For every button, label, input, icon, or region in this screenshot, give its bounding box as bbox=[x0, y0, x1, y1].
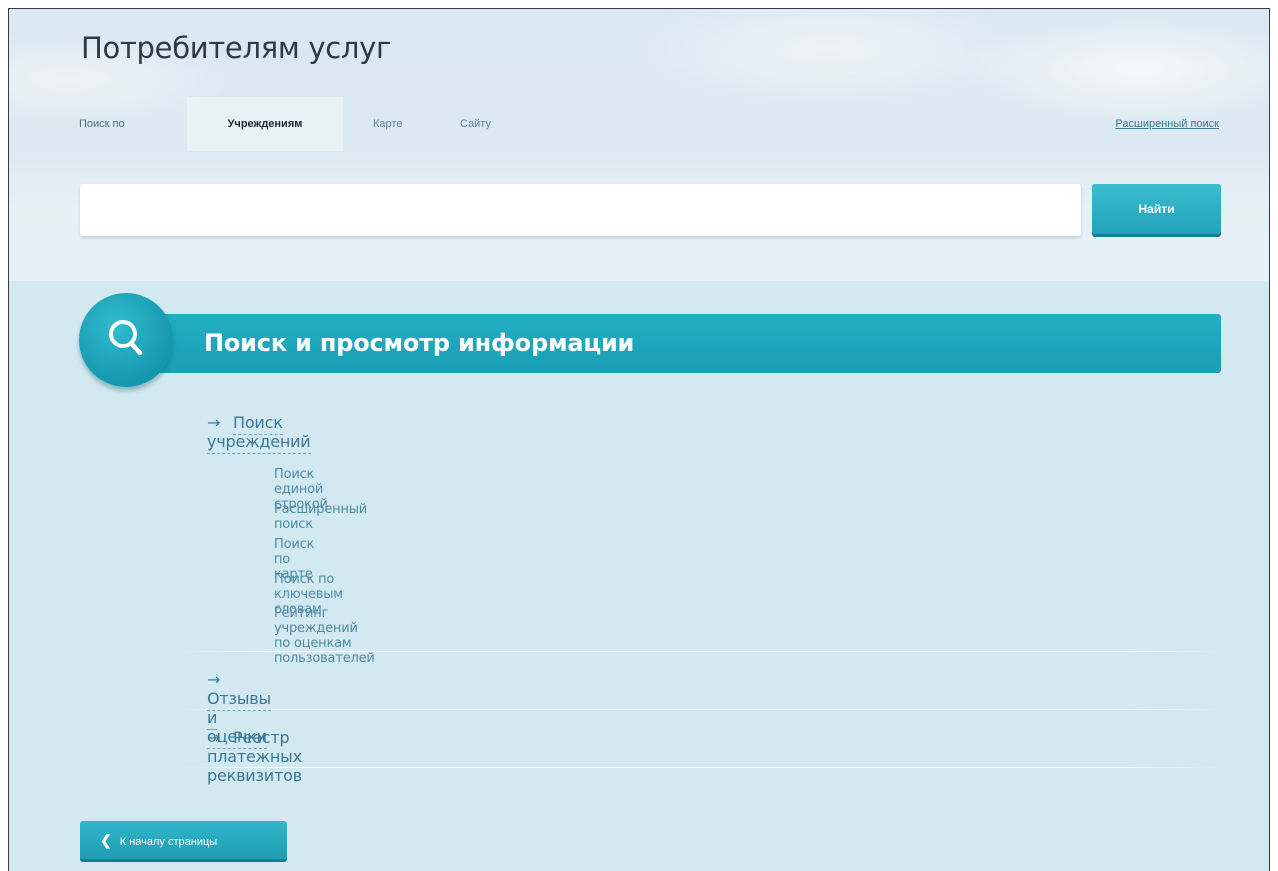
page-frame: Потребителям услуг Поиск по Учреждениям … bbox=[8, 8, 1270, 871]
search-icon bbox=[79, 293, 173, 387]
advanced-search-link[interactable]: Расширенный поиск bbox=[1115, 97, 1219, 151]
arrow-right-icon: → bbox=[207, 670, 221, 689]
divider bbox=[179, 767, 1221, 768]
section-institution-search[interactable]: → Поиск учреждений bbox=[207, 413, 311, 454]
tab-bar: Поиск по Учреждениям Карте Сайту bbox=[9, 97, 1269, 151]
chevron-left-icon: ❮ bbox=[100, 831, 112, 848]
tab-map[interactable]: Карте bbox=[373, 97, 402, 151]
back-to-top-button[interactable]: ❮ К началу страницы bbox=[80, 821, 287, 859]
divider bbox=[179, 709, 1221, 710]
back-to-top-label: К началу страницы bbox=[119, 835, 218, 848]
arrow-right-icon: → bbox=[207, 413, 221, 432]
header-area: Потребителям услуг Поиск по Учреждениям … bbox=[9, 9, 1269, 281]
section-payment-registry[interactable]: → Реестр платежных реквизитов bbox=[207, 728, 302, 785]
submenu-item-rating[interactable]: Рейтинг учреждений по оценкам пользовате… bbox=[274, 606, 375, 666]
tab-institutions[interactable]: Учреждениям bbox=[187, 97, 343, 151]
search-button[interactable]: Найти bbox=[1092, 184, 1221, 234]
panel-title: Поиск и просмотр информации bbox=[204, 329, 635, 357]
divider bbox=[179, 651, 1221, 652]
submenu-item-advanced-search[interactable]: Расширенный поиск bbox=[274, 502, 367, 532]
tab-search-by: Поиск по bbox=[79, 118, 125, 130]
tab-site[interactable]: Сайту bbox=[460, 97, 491, 151]
page-title: Потребителям услуг bbox=[81, 31, 391, 65]
search-input[interactable] bbox=[80, 184, 1081, 236]
arrow-right-icon: → bbox=[207, 728, 221, 747]
